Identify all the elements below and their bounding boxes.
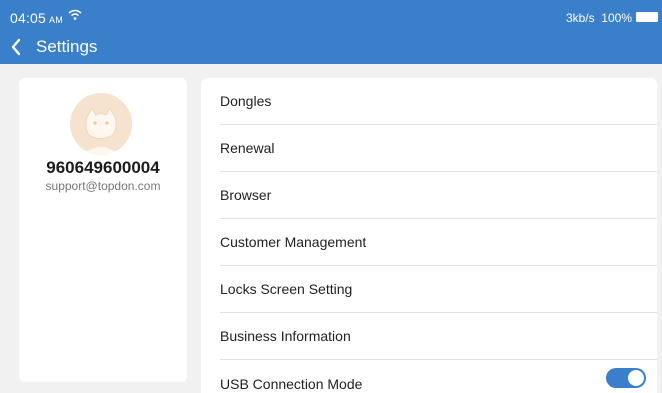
avatar-placeholder-icon: [70, 93, 132, 155]
page-title: Settings: [36, 37, 98, 56]
menu-item-renewal[interactable]: Renewal: [220, 125, 657, 172]
status-time: 04:05 AM: [10, 10, 63, 26]
menu-item-label: Dongles: [220, 93, 272, 109]
battery-icon: [636, 12, 658, 22]
menu-item-label: Customer Management: [220, 234, 367, 250]
status-right: 3kb/s 100%: [566, 11, 632, 25]
menu-item-label: Browser: [220, 187, 272, 203]
menu-item-label: Locks Screen Setting: [220, 281, 353, 297]
menu-item-dongles[interactable]: Dongles: [220, 78, 657, 125]
toggle-knob: [628, 370, 644, 386]
profile-card: 960649600004 support@topdon.com: [19, 78, 187, 382]
status-time-value: 04:05: [10, 10, 47, 26]
usb-connection-toggle[interactable]: [606, 368, 646, 388]
menu-item-lock-screen-setting[interactable]: Locks Screen Setting: [220, 266, 657, 313]
menu-item-label: USB Connection Mode: [220, 375, 363, 392]
wifi-icon: [68, 9, 82, 20]
avatar[interactable]: [70, 93, 132, 155]
back-arrow-icon[interactable]: [10, 38, 22, 56]
menu-item-customer-management[interactable]: Customer Management: [220, 219, 657, 266]
battery-percent: 100%: [601, 11, 632, 25]
network-speed: 3kb/s: [565, 11, 595, 25]
account-id: 960649600004: [46, 158, 160, 177]
settings-list: Dongles Renewal Browser Customer Managem…: [201, 78, 657, 393]
account-email: support@topdon.com: [45, 179, 161, 193]
status-ampm: AM: [49, 15, 63, 25]
top-bar: 04:05 AM 3kb/s 100% Settings: [0, 0, 662, 64]
menu-item-label: Renewal: [220, 140, 275, 156]
menu-item-label: Business Information: [220, 328, 351, 344]
menu-item-business-information[interactable]: Business Information: [220, 313, 657, 360]
menu-item-browser[interactable]: Browser: [220, 172, 657, 219]
menu-item-usb-connection-mode[interactable]: USB Connection Mode: [220, 360, 657, 393]
